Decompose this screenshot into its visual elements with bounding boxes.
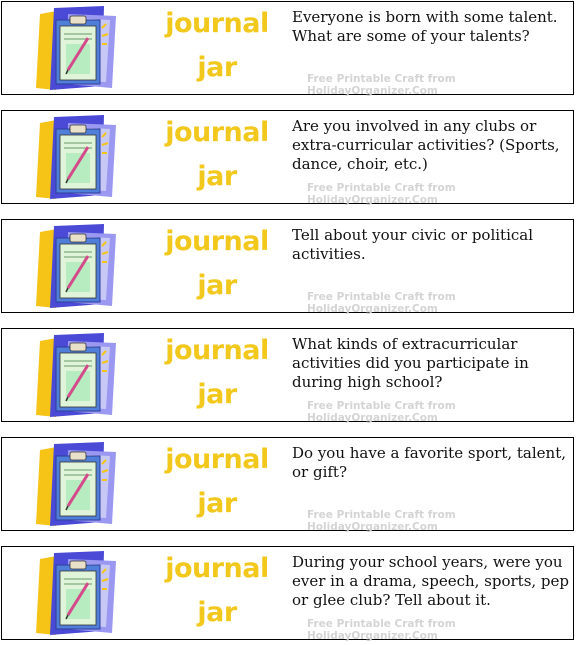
- credit-text: Free Printable Craft from HolidayOrganiz…: [307, 73, 456, 97]
- clipboard-clipart-icon: [36, 115, 116, 199]
- title-jar: jar: [197, 379, 237, 410]
- journal-prompt: During your school years, were you ever …: [292, 553, 570, 609]
- journal-card: journal jar Are you involved in any club…: [1, 110, 574, 206]
- journal-card: journal jar During your school years, we…: [1, 546, 574, 642]
- title-jar: jar: [197, 597, 237, 628]
- journal-prompt: Do you have a favorite sport, talent, or…: [292, 444, 566, 481]
- title-journal: journal: [165, 335, 269, 366]
- title-journal: journal: [165, 444, 269, 475]
- credit-text: Free Printable Craft from HolidayOrganiz…: [307, 618, 456, 642]
- journal-card: journal jar Do you have a favorite sport…: [1, 437, 574, 533]
- title-jar: jar: [197, 52, 237, 83]
- clipboard-clipart-icon: [36, 442, 116, 526]
- journal-card: journal jar Tell about your civic or pol…: [1, 219, 574, 315]
- journal-prompt: Are you involved in any clubs or extra-c…: [292, 117, 560, 173]
- journal-prompt: Tell about your civic or political activ…: [292, 226, 534, 263]
- credit-text: Free Printable Craft from HolidayOrganiz…: [307, 400, 456, 424]
- journal-prompt: Everyone is born with some talent. What …: [292, 8, 558, 45]
- title-journal: journal: [165, 117, 269, 148]
- title-journal: journal: [165, 8, 269, 39]
- journal-card: journal jar Everyone is born with some t…: [1, 1, 574, 97]
- clipboard-clipart-icon: [36, 551, 116, 635]
- title-journal: journal: [165, 226, 269, 257]
- credit-text: Free Printable Craft from HolidayOrganiz…: [307, 291, 456, 315]
- journal-card: journal jar What kinds of extracurricula…: [1, 328, 574, 424]
- title-jar: jar: [197, 488, 237, 519]
- title-journal: journal: [165, 553, 269, 584]
- clipboard-clipart-icon: [36, 6, 116, 90]
- journal-prompt: What kinds of extracurricular activities…: [292, 335, 529, 391]
- clipboard-clipart-icon: [36, 224, 116, 308]
- credit-text: Free Printable Craft from HolidayOrganiz…: [307, 182, 456, 206]
- title-jar: jar: [197, 161, 237, 192]
- credit-text: Free Printable Craft from HolidayOrganiz…: [307, 509, 456, 533]
- title-jar: jar: [197, 270, 237, 301]
- clipboard-clipart-icon: [36, 333, 116, 417]
